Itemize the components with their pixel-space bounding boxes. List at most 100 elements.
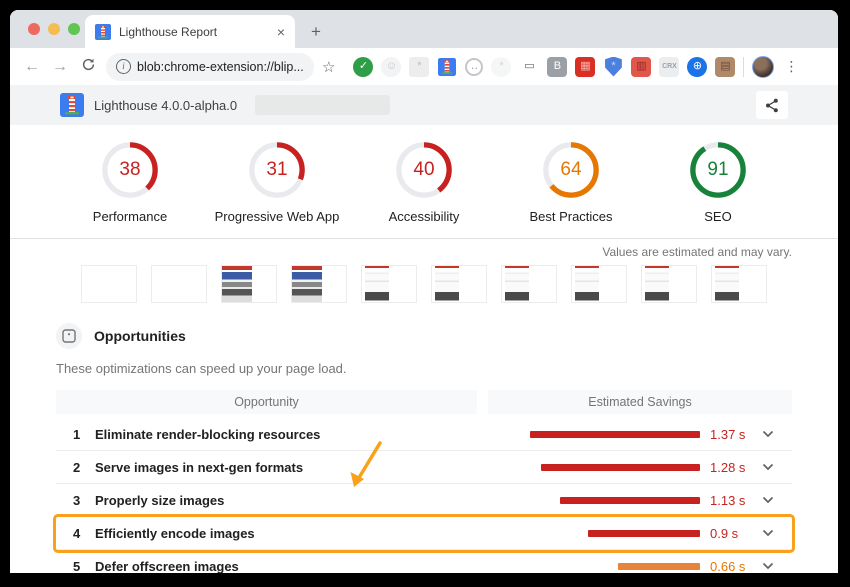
opportunity-label: Eliminate render-blocking resources [95,427,530,442]
tab-lighthouse-report[interactable]: Lighthouse Report × [85,15,295,48]
browser-menu-icon[interactable]: ⋮ [784,58,798,75]
gauge-ring: 31 [248,141,306,199]
chevron-down-icon[interactable] [762,496,774,504]
page-thumbnail [505,266,529,302]
minimize-window-button[interactable] [48,23,60,35]
bookmark-star-icon[interactable]: ☆ [322,58,335,76]
gauge-ring: 40 [395,141,453,199]
filmstrip-frame [151,265,207,303]
report-header: Lighthouse 4.0.0-alpha.0 [10,85,838,125]
shield-extension-icon[interactable]: * [603,57,623,77]
flower-faded-extension-icon[interactable]: * [491,57,511,77]
score-value: 31 [248,141,306,199]
score-gauges-row: 38 Performance 31 Progressive Web App 40… [10,141,838,224]
page-thumbnail [645,266,669,302]
opportunity-row[interactable]: 4 Efficiently encode images 0.9 s [56,517,792,550]
score-gauge[interactable]: 40 Accessibility [351,141,498,224]
forward-button[interactable]: → [48,58,72,76]
red-grid-extension-icon[interactable]: ▦ [575,57,595,77]
share-button[interactable] [756,91,788,119]
filmstrip-frame [641,265,697,303]
crx-extension-icon[interactable]: CRX [659,57,679,77]
lighthouse-logo-icon [60,93,84,117]
row-number: 4 [73,526,95,541]
lighthouse-extension-icon[interactable] [437,57,457,77]
chevron-down-icon[interactable] [762,463,774,471]
page-thumbnail [365,266,389,302]
notebook-extension-icon[interactable]: ▤ [715,57,735,77]
score-label: SEO [704,209,731,224]
score-gauge[interactable]: 91 SEO [645,141,792,224]
filmstrip-frame [431,265,487,303]
profile-avatar[interactable] [752,56,774,78]
row-number: 5 [73,559,95,574]
score-label: Best Practices [529,209,612,224]
opportunity-row[interactable]: 5 Defer offscreen images 0.66 s [56,550,792,573]
estimate-note: Values are estimated and may vary. [10,239,838,259]
ghost-extension-icon[interactable]: ☺ [381,57,401,77]
opportunities-section: Opportunities These optimizations can sp… [10,323,838,573]
new-tab-button[interactable]: + [311,22,321,42]
score-gauge[interactable]: 38 Performance [57,141,204,224]
window-controls [28,23,80,35]
gauge-ring: 64 [542,141,600,199]
row-number: 2 [73,460,95,475]
chevron-down-icon[interactable] [762,562,774,570]
checker-green-extension-icon[interactable]: ✓ [353,57,373,77]
filmstrip-frame [361,265,417,303]
score-label: Performance [93,209,167,224]
score-value: 91 [689,141,747,199]
score-gauge[interactable]: 64 Best Practices [498,141,645,224]
tab-bar: Lighthouse Report × + [10,10,838,48]
reload-icon [81,57,96,72]
score-label: Progressive Web App [215,209,340,224]
score-gauge[interactable]: 31 Progressive Web App [204,141,351,224]
filmstrip-frame [221,265,277,303]
score-label: Accessibility [389,209,460,224]
close-window-button[interactable] [28,23,40,35]
savings-value: 1.13 s [700,493,756,508]
url-text: blob:chrome-extension://blip... [137,60,304,74]
dots-ring-extension-icon[interactable]: ‥ [465,58,483,76]
abacus-extension-icon[interactable]: ▥ [631,57,651,77]
opportunity-label: Efficiently encode images [95,526,530,541]
page-thumbnail [222,266,252,302]
chevron-down-icon[interactable] [762,430,774,438]
tab-close-icon[interactable]: × [277,25,285,39]
back-button[interactable]: ← [20,58,44,76]
filmstrip-frame [81,265,137,303]
zoom-window-button[interactable] [68,23,80,35]
opportunity-label: Properly size images [95,493,530,508]
opportunities-table-body: 1 Eliminate render-blocking resources 1.… [56,418,792,573]
letter-b-extension-icon[interactable]: B [547,57,567,77]
filmstrip-frame [571,265,627,303]
inactive-extension-icon[interactable]: * [409,57,429,77]
reload-button[interactable] [76,57,100,77]
globe-extension-icon[interactable]: ⊕ [687,57,707,77]
savings-bar [530,431,700,438]
page-thumbnail [715,266,739,302]
opportunity-row[interactable]: 1 Eliminate render-blocking resources 1.… [56,418,792,451]
opportunity-label: Serve images in next-gen formats [95,460,530,475]
opportunities-description: These optimizations can speed up your pa… [56,361,792,376]
opportunities-heading: Opportunities [94,328,186,344]
savings-value: 1.28 s [700,460,756,475]
page-thumbnail [575,266,599,302]
report-product-title: Lighthouse 4.0.0-alpha.0 [94,98,237,113]
laptop-extension-icon[interactable]: ▭ [519,57,539,77]
opportunity-row[interactable]: 2 Serve images in next-gen formats 1.28 … [56,451,792,484]
page-info-icon[interactable]: i [116,59,131,74]
page-thumbnail [292,266,322,302]
savings-value: 0.66 s [700,559,756,574]
chevron-down-icon[interactable] [762,529,774,537]
opportunity-row[interactable]: 3 Properly size images 1.13 s [56,484,792,517]
column-header-opportunity: Opportunity [56,390,477,414]
address-bar[interactable]: i blob:chrome-extension://blip... [106,53,314,81]
page-thumbnail [435,266,459,302]
opportunities-table-header: Opportunity Estimated Savings [56,390,792,414]
row-number: 3 [73,493,95,508]
score-value: 38 [101,141,159,199]
savings-bar [530,530,700,537]
score-value: 40 [395,141,453,199]
savings-bar [530,497,700,504]
